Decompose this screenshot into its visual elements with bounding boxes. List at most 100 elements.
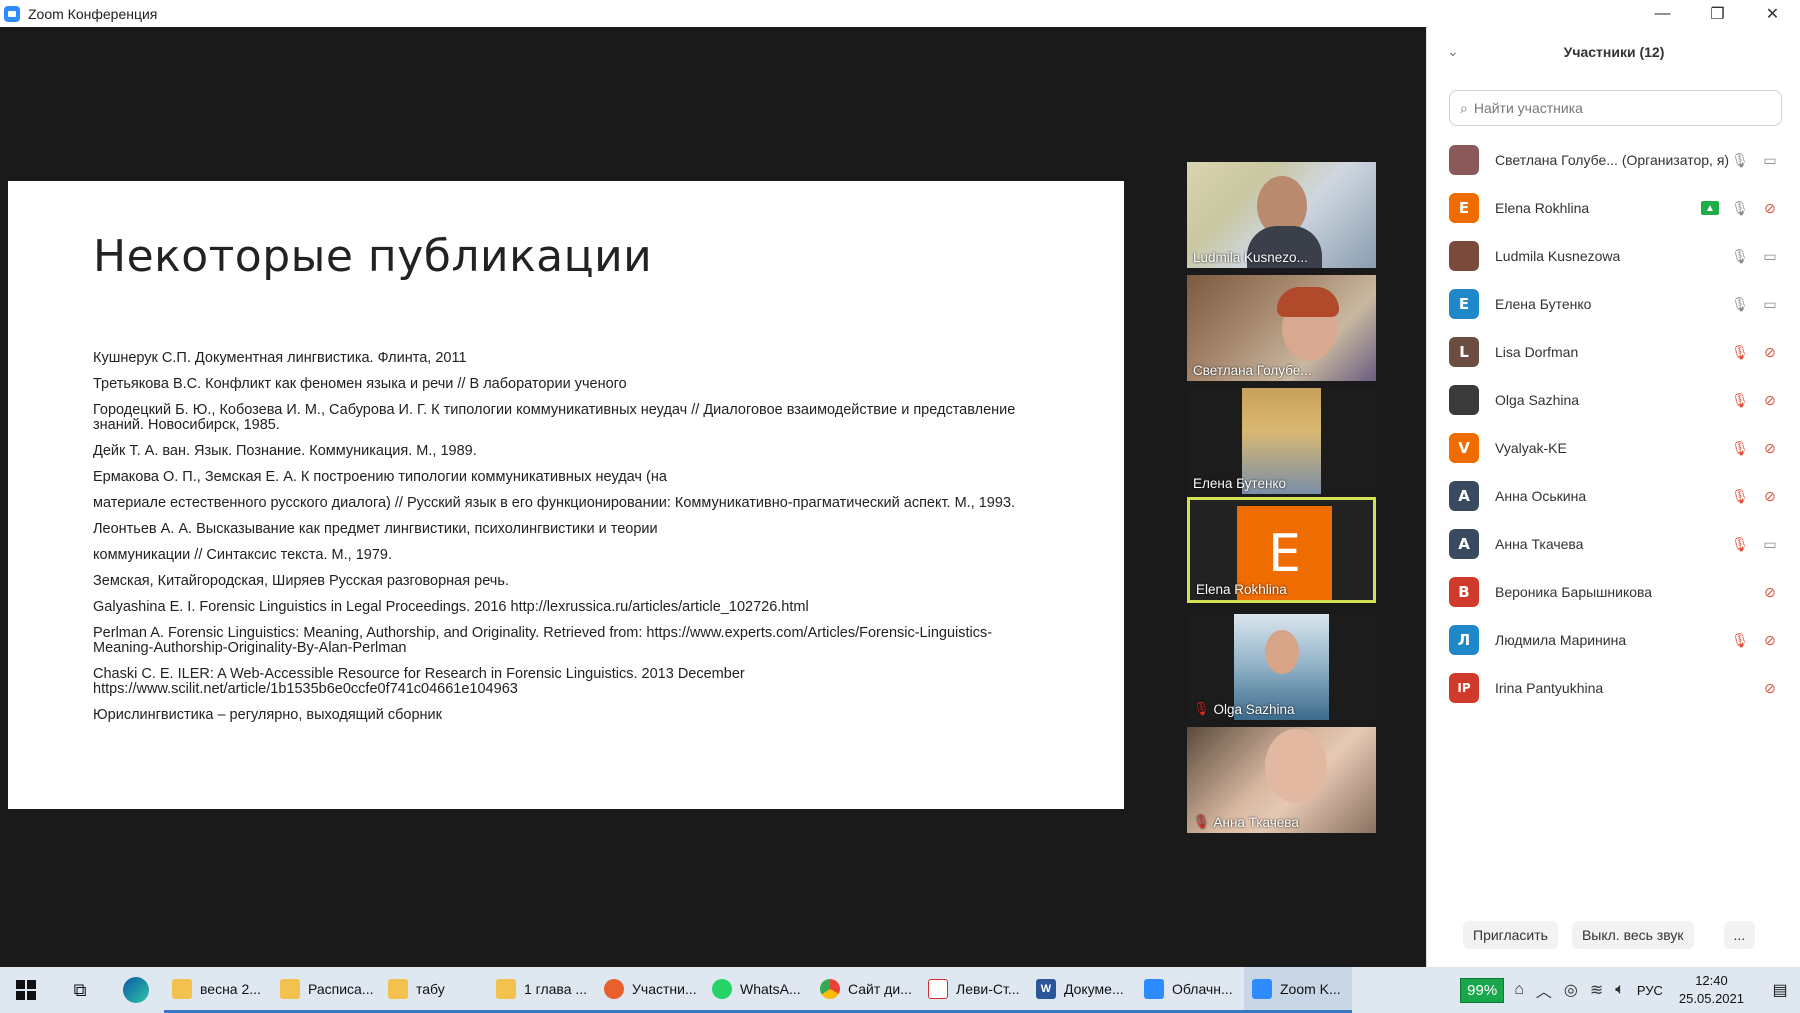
video-off-icon[interactable]: ⊘ [1761,583,1779,601]
reference-item: Леонтьев А. А. Высказывание как предмет … [93,521,658,537]
notification-icon[interactable]: ▤ [1760,980,1800,1000]
reference-item: Ермакова О. П., Земская Е. А. К построен… [93,469,667,485]
screen-share-icon: ▲ [1701,201,1719,215]
participant-name: Людмила Маринина [1495,632,1627,648]
search-placeholder: Найти участника [1473,100,1583,116]
reference-item: Galyashina E. I. Forensic Linguistics in… [93,599,809,615]
mic-muted-icon[interactable]: 🎙︎ [1731,535,1749,553]
video-tile[interactable]: Светлана Голубе... [1187,275,1376,381]
taskbar-app[interactable]: табу [380,967,488,1013]
video-tile[interactable]: Елена Бутенко [1187,388,1376,494]
language-indicator[interactable]: РУС [1637,983,1663,998]
folder-icon [172,978,192,999]
video-camera-icon[interactable]: ▭ [1761,535,1779,553]
tile-name: Анна Ткачева [1213,814,1299,830]
camera-icon[interactable]: ◎ [1564,980,1578,1000]
panel-title: Участники (12) [1563,44,1665,60]
participant-row[interactable]: А Анна Ткачева 🎙︎ ▭ [1427,520,1800,568]
video-tile[interactable]: Ludmila Kusnezo... [1187,162,1376,268]
zoom-app-icon [4,5,20,22]
participant-name: Irina Pantyukhina [1495,680,1604,696]
edge-browser-icon[interactable] [108,967,164,1013]
reference-item: Кушнерук С.П. Документная лингвистика. Ф… [93,350,467,366]
more-options-button[interactable]: ... [1723,921,1756,949]
reference-item: Земская, Китайгородская, Ширяев Русская … [93,573,509,589]
taskbar-app[interactable]: весна 2... [164,967,272,1013]
mic-icon[interactable]: 🎙︎ [1731,247,1749,265]
tile-name: Ludmila Kusnezo... [1193,250,1308,265]
task-view-icon[interactable]: ⧉ [52,967,108,1013]
minimize-button[interactable]: — [1635,0,1690,27]
taskbar-app[interactable]: Облачн... [1136,967,1244,1013]
video-off-icon[interactable]: ⊘ [1761,631,1779,649]
mic-muted-icon[interactable]: 🎙︎ [1731,631,1749,649]
participant-row[interactable]: А Анна Оськина 🎙︎ ⊘ [1427,472,1800,520]
wifi-icon[interactable]: ≋ [1590,980,1603,1000]
windows-logo-icon [16,980,36,1000]
mic-muted-icon[interactable]: 🎙︎ [1731,487,1749,505]
participant-row[interactable]: В Вероника Барышникова ⊘ [1427,568,1800,616]
invite-button[interactable]: Пригласить [1463,921,1558,949]
video-off-icon[interactable]: ⊘ [1761,679,1779,697]
participant-search-input[interactable]: ⌕ Найти участника [1449,90,1782,126]
participant-row[interactable]: E Елена Бутенко 🎙︎ ▭ [1427,280,1800,328]
participant-row[interactable]: Светлана Голубе... (Организатор, я) 🎙︎ ▭ [1427,136,1800,184]
taskbar-app-active[interactable]: Zoom K... [1244,967,1352,1013]
word-icon: W [1036,978,1056,999]
video-off-icon[interactable]: ⊘ [1761,343,1779,361]
close-button[interactable]: ✕ [1745,0,1800,27]
participant-row[interactable]: Ludmila Kusnezowa 🎙︎ ▭ [1427,232,1800,280]
video-off-icon[interactable]: ⊘ [1761,487,1779,505]
maximize-button[interactable]: ❐ [1690,0,1745,27]
mic-icon[interactable]: 🎙︎ [1731,295,1749,313]
avatar: E [1449,193,1479,223]
chevron-up-icon[interactable]: ︿ [1536,978,1552,1002]
taskbar-app[interactable]: W Докуме... [1028,967,1136,1013]
taskbar-app[interactable]: Расписа... [272,967,380,1013]
taskbar-app[interactable]: Сайт ди... [812,967,920,1013]
video-camera-icon[interactable]: ▭ [1761,247,1779,265]
zoom-icon [1144,978,1164,999]
taskbar-app[interactable]: 1 глава ... [488,967,596,1013]
video-tile-active-speaker[interactable]: E Elena Rokhlina [1187,497,1376,603]
firefox-icon [604,978,624,999]
folder-icon [280,978,300,999]
participant-name: Olga Sazhina [1495,392,1580,408]
participant-row[interactable]: L Lisa Dorfman 🎙︎ ⊘ [1427,328,1800,376]
battery-indicator[interactable]: 99% [1460,977,1505,1003]
taskbar-app[interactable]: Леви-Ст... [920,967,1028,1013]
video-tile[interactable]: 🎙︎ Olga Sazhina [1187,614,1376,720]
taskbar-app[interactable]: WhatsA... [704,967,812,1013]
volume-icon[interactable]: 🔈︎ [1615,981,1625,999]
video-off-icon[interactable]: ⊘ [1761,199,1779,217]
mic-icon[interactable]: 🎙︎ [1731,199,1749,217]
taskbar-app[interactable]: Участни... [596,967,704,1013]
participant-name: Анна Оськина [1495,488,1587,504]
participant-row[interactable]: IP Irina Pantyukhina ⊘ [1427,664,1800,712]
avatar: IP [1449,673,1479,703]
mic-muted-icon[interactable]: 🎙︎ [1731,343,1749,361]
windows-taskbar: ⧉ весна 2... Расписа... табу 1 глава ...… [0,967,1800,1013]
video-off-icon[interactable]: ⊘ [1761,391,1779,409]
video-camera-icon[interactable]: ▭ [1761,295,1779,313]
shared-slide: Некоторые публикации Кушнерук С.П. Докум… [8,181,1124,809]
participant-row[interactable]: E Elena Rokhlina ▲ 🎙︎ ⊘ [1427,184,1800,232]
panel-footer: Пригласить Выкл. весь звук ... [1427,915,1800,955]
video-camera-icon[interactable]: ▭ [1761,151,1779,169]
participant-row[interactable]: Л Людмила Маринина 🎙︎ ⊘ [1427,616,1800,664]
video-off-icon[interactable]: ⊘ [1761,439,1779,457]
folder-icon [388,978,408,999]
mic-muted-icon[interactable]: 🎙︎ [1731,439,1749,457]
mic-icon[interactable]: 🎙︎ [1731,151,1749,169]
start-button[interactable] [0,967,52,1013]
reference-item: Городецкий Б. Ю., Кобозева И. М., Сабуро… [93,402,1016,433]
references-list: Кушнерук С.П. Документная лингвистика. Ф… [93,351,1023,734]
participant-row[interactable]: V Vyalyak-KE 🎙︎ ⊘ [1427,424,1800,472]
participant-row[interactable]: Olga Sazhina 🎙︎ ⊘ [1427,376,1800,424]
slide-title: Некоторые публикации [93,231,653,282]
clock[interactable]: 12:40 25.05.2021 [1679,972,1744,1008]
video-tile[interactable]: 🎙︎ Анна Ткачева [1187,727,1376,833]
participant-name: Elena Rokhlina [1495,200,1590,216]
mute-all-button[interactable]: Выкл. весь звук [1571,921,1694,949]
mic-muted-icon[interactable]: 🎙︎ [1731,391,1749,409]
